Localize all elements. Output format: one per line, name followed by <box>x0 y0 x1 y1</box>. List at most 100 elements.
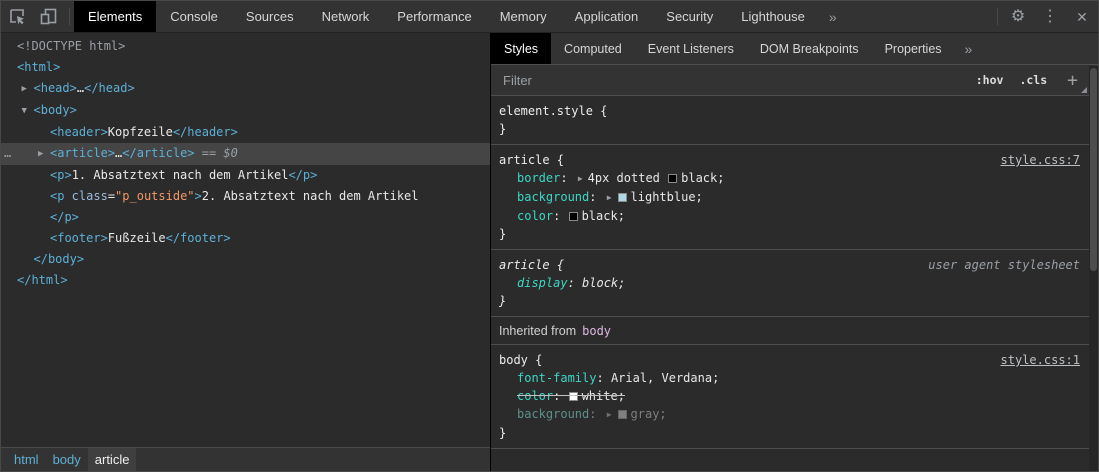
dom-tree: <!DOCTYPE html> <html> ▶ <head>…</head> ▼ <bo… <box>1 33 490 447</box>
tab-elements[interactable]: Elements <box>74 1 157 32</box>
twisty-collapsed-icon[interactable]: ▶ <box>38 144 50 165</box>
dom-tree-row[interactable]: … ▶ <article>…</article> == $0 <box>1 143 490 165</box>
styles-tab-computed[interactable]: Computed <box>551 33 635 64</box>
txt-token: Fußzeile <box>107 231 166 245</box>
tab-performance[interactable]: Performance <box>383 1 485 32</box>
row-ellipsis-gutter[interactable]: … <box>4 143 11 164</box>
rule-selector-line: article { style.css:7 <box>499 151 1080 169</box>
filter-resize-corner[interactable] <box>1081 87 1087 93</box>
breadcrumb-body[interactable]: body <box>46 448 88 471</box>
expand-arrow-icon[interactable]: ▶ <box>578 174 583 183</box>
tab-sources[interactable]: Sources <box>232 1 308 32</box>
color-swatch[interactable] <box>668 174 678 183</box>
more-tabs-chevron-icon[interactable]: » <box>819 1 847 32</box>
property-name: font-family <box>517 371 597 385</box>
user-agent-stylesheet-note: user agent stylesheet <box>928 258 1080 272</box>
device-toolbar-icon[interactable] <box>33 1 65 32</box>
color-swatch[interactable] <box>617 410 627 419</box>
dom-tree-row[interactable]: </p> <box>1 207 490 228</box>
settings-gear-icon[interactable]: ⚙ <box>1002 1 1034 32</box>
styles-tab-bar: Styles Computed Event Listeners DOM Breakpo… <box>491 33 1098 65</box>
styles-more-tabs-chevron-icon[interactable]: » <box>955 33 983 64</box>
element-classes-toggle[interactable]: .cls <box>1019 73 1047 87</box>
css-property[interactable]: background: ▶ gray; <box>499 405 1080 424</box>
expand-arrow-icon[interactable]: ▶ <box>607 193 612 202</box>
stylesheet-link[interactable]: style.css:7 <box>1001 151 1080 169</box>
css-property[interactable]: display: block; <box>499 274 1080 292</box>
new-style-rule-button[interactable]: + <box>1067 70 1078 91</box>
css-property[interactable]: color: black; <box>499 207 1080 225</box>
rule-selector[interactable]: article { <box>499 151 564 169</box>
css-property[interactable]: color: white; <box>499 387 1080 405</box>
property-value: : <box>567 276 583 290</box>
color-swatch[interactable] <box>568 392 578 401</box>
tab-application[interactable]: Application <box>561 1 653 32</box>
scrollbar-thumb[interactable] <box>1090 68 1097 271</box>
twisty-expanded-icon[interactable]: ▼ <box>22 101 34 122</box>
main-tab-bar: Elements Console Sources Network Performance… <box>74 1 819 32</box>
property-value: : <box>589 190 604 204</box>
kebab-menu-icon[interactable]: ⋮ <box>1034 1 1066 32</box>
expand-arrow-icon[interactable]: ▶ <box>607 410 612 419</box>
property-value: 4px dotted <box>587 171 668 185</box>
style-rule: element.style {} <box>491 96 1098 144</box>
inherited-node-link[interactable]: body <box>582 322 611 340</box>
tab-memory[interactable]: Memory <box>486 1 561 32</box>
styles-tab-event-listeners[interactable]: Event Listeners <box>635 33 747 64</box>
tab-security[interactable]: Security <box>652 1 727 32</box>
rule-selector[interactable]: body { <box>499 351 542 369</box>
breadcrumb-article[interactable]: article <box>87 448 137 471</box>
css-property-text: color: black; <box>517 207 625 225</box>
rule-selector[interactable]: element.style { <box>499 102 607 120</box>
property-value: white; <box>581 389 625 403</box>
breadcrumb-html[interactable]: html <box>7 448 46 471</box>
devtools-toolbar: Elements Console Sources Network Performance… <box>1 1 1098 33</box>
color-swatch[interactable] <box>617 193 627 202</box>
style-rule: article { user agent stylesheet display: b… <box>491 249 1098 316</box>
styles-tab-styles[interactable]: Styles <box>491 33 552 64</box>
styles-tab-properties[interactable]: Properties <box>872 33 955 64</box>
close-icon[interactable]: ✕ <box>1066 1 1098 32</box>
tab-lighthouse[interactable]: Lighthouse <box>727 1 819 32</box>
dom-tree-row[interactable]: <p class="p_outside">2. Absatztext nach … <box>1 186 490 207</box>
dom-tree-row[interactable]: </body> <box>1 249 490 270</box>
property-name: background <box>517 190 590 204</box>
stylesheet-link[interactable]: style.css:1 <box>1001 351 1080 369</box>
main-split: <!DOCTYPE html> <html> ▶ <head>…</head> ▼ <bo… <box>1 33 1098 471</box>
property-value: : <box>553 209 568 223</box>
styles-tab-dom-breakpoints[interactable]: DOM Breakpoints <box>747 33 872 64</box>
styles-filter-bar: Filter :hov .cls + <box>491 65 1098 96</box>
twisty-collapsed-icon[interactable]: ▶ <box>22 79 34 100</box>
css-property[interactable]: background: ▶ lightblue; <box>499 188 1080 207</box>
rule-selector-line: body { style.css:1 <box>499 351 1080 369</box>
dom-tree-row[interactable]: <header>Kopfzeile</header> <box>1 122 490 143</box>
tab-network[interactable]: Network <box>308 1 384 32</box>
dom-tree-row[interactable]: <html> <box>1 57 490 78</box>
css-property[interactable]: font-family: Arial, Verdana; <box>499 369 1080 387</box>
pseudo-state-toggle[interactable]: :hov <box>976 73 1004 87</box>
dom-tree-row[interactable]: <p>1. Absatztext nach dem Artikel</p> <box>1 165 490 186</box>
css-property[interactable]: border: ▶ 4px dotted black; <box>499 169 1080 188</box>
dom-tree-row[interactable]: ▼ <body> <box>1 100 490 122</box>
dom-tree-row[interactable]: <footer>Fußzeile</footer> <box>1 228 490 249</box>
property-value: black; <box>581 209 625 223</box>
tag-token: </html> <box>17 273 68 287</box>
tab-console[interactable]: Console <box>156 1 232 32</box>
rule-selector[interactable]: article { <box>499 256 564 274</box>
vertical-scrollbar[interactable] <box>1089 66 1098 471</box>
punct-token: = <box>107 189 116 203</box>
styles-sidebar: Styles Computed Event Listeners DOM Breakpo… <box>491 33 1098 471</box>
eq-token: == $0 <box>194 146 238 160</box>
style-rule: article {style.css:7 border: ▶ 4px dotted … <box>491 144 1098 249</box>
color-swatch[interactable] <box>568 212 578 221</box>
dom-tree-row[interactable]: <!DOCTYPE html> <box>1 36 490 57</box>
dom-tree-row[interactable]: ▶ <head>…</head> <box>1 78 490 100</box>
sections-end-divider <box>491 448 1098 449</box>
dom-tree-row[interactable]: </html> <box>1 270 490 291</box>
gray-token: <!DOCTYPE html> <box>17 39 126 53</box>
filter-input[interactable]: Filter <box>503 73 976 88</box>
tag-token: <body> <box>33 103 77 117</box>
toolbar-separator <box>69 8 70 25</box>
style-rules-list: element.style {} article {style.css:7 bord… <box>491 96 1098 471</box>
inspect-element-icon[interactable] <box>1 1 33 32</box>
